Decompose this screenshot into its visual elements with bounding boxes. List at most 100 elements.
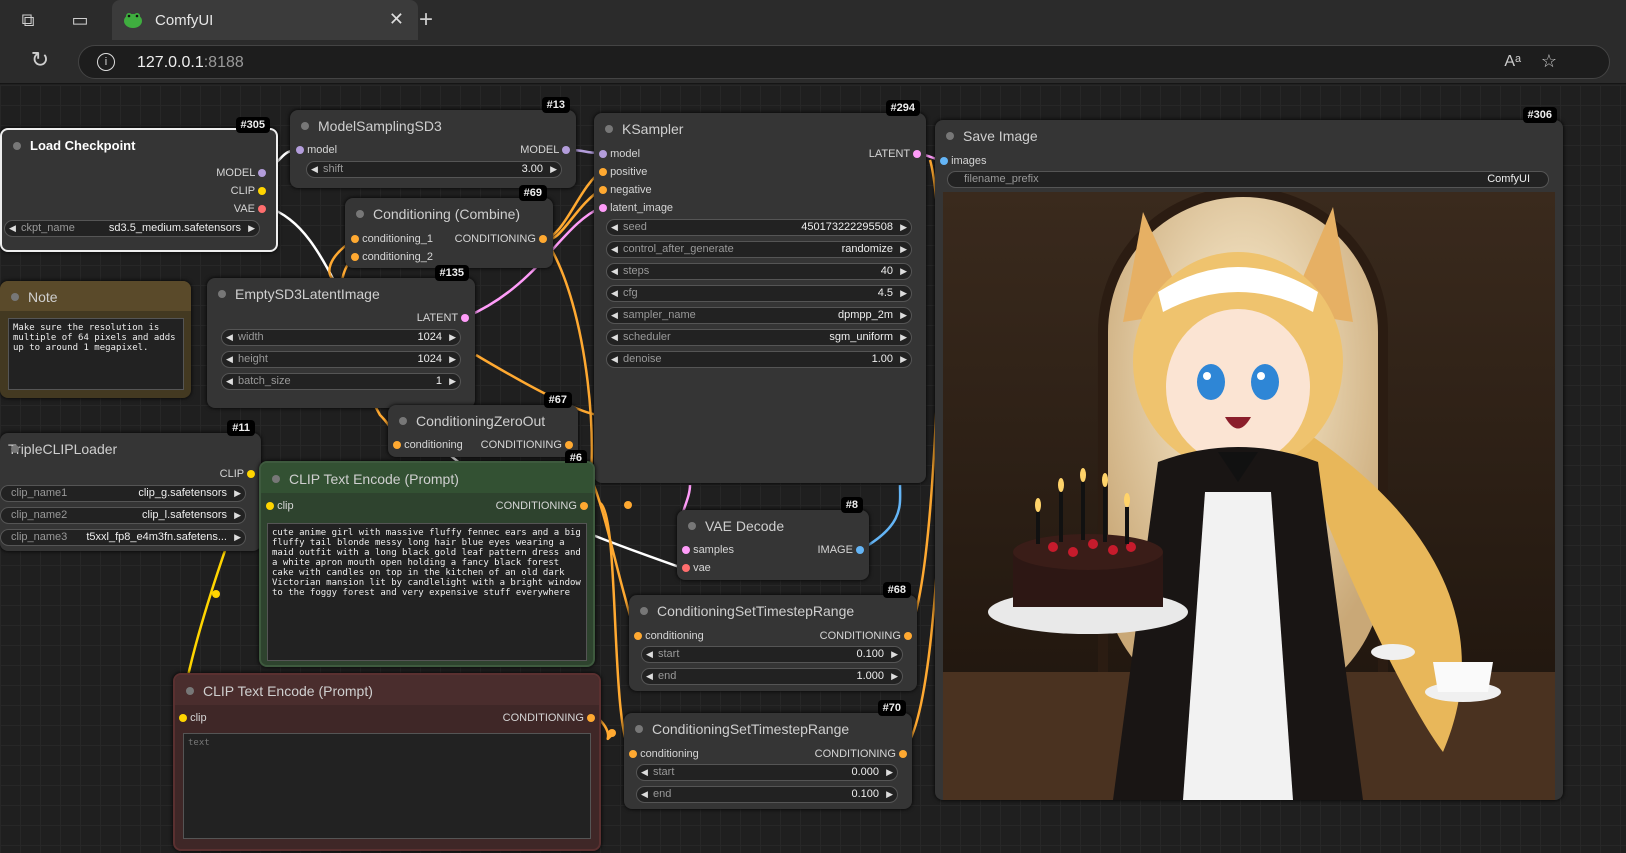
input-conditioning[interactable]: conditioning xyxy=(393,438,463,452)
output-conditioning[interactable]: CONDITIONING xyxy=(481,438,573,452)
node-conditioning-set-timestep-range-b[interactable]: #70 ConditioningSetTimestepRange conditi… xyxy=(624,700,912,809)
node-ksampler[interactable]: #294 KSampler model positive negative la… xyxy=(594,100,926,483)
reroute-dot xyxy=(608,729,616,737)
output-conditioning[interactable]: CONDITIONING xyxy=(815,747,907,761)
widget-scheduler[interactable]: ◀ scheduler sgm_uniform ▶ xyxy=(606,329,912,346)
output-image[interactable]: IMAGE xyxy=(817,543,864,557)
node-title: TripleCLIPLoader xyxy=(0,433,261,463)
close-tab-icon[interactable]: ✕ xyxy=(389,9,404,30)
node-note[interactable]: Note Make sure the resolution is multipl… xyxy=(0,281,191,398)
node-conditioning-set-timestep-range-a[interactable]: #68 ConditioningSetTimestepRange conditi… xyxy=(629,582,917,691)
output-vae[interactable]: VAE xyxy=(234,202,266,216)
node-title: Note xyxy=(0,281,191,311)
widget-end[interactable]: ◀ end 1.000 ▶ xyxy=(641,668,903,685)
node-title: ConditioningSetTimestepRange xyxy=(629,595,917,625)
input-negative[interactable]: negative xyxy=(599,183,652,197)
widget-batch-size[interactable]: ◀ batch_size 1 ▶ xyxy=(221,373,461,390)
input-conditioning-1[interactable]: conditioning_1 xyxy=(351,232,433,246)
url-port: :8188 xyxy=(203,54,244,71)
widget-width[interactable]: ◀ width 1024 ▶ xyxy=(221,329,461,346)
widget-cfg[interactable]: ◀ cfg 4.5 ▶ xyxy=(606,285,912,302)
browser-tab[interactable]: ComfyUI ✕ xyxy=(112,0,418,40)
input-conditioning[interactable]: conditioning xyxy=(629,747,699,761)
node-title: Conditioning (Combine) xyxy=(345,198,553,228)
favorite-star-icon[interactable]: ☆ xyxy=(1541,51,1557,72)
input-positive[interactable]: positive xyxy=(599,165,647,179)
node-title: Load Checkpoint xyxy=(2,130,276,160)
widget-denoise[interactable]: ◀ denoise 1.00 ▶ xyxy=(606,351,912,368)
node-title: ConditioningZeroOut xyxy=(388,405,578,435)
tab-title: ComfyUI xyxy=(155,12,214,29)
node-title: KSampler xyxy=(594,113,926,143)
node-title: Save Image xyxy=(935,120,1563,150)
widget-filename-prefix[interactable]: filename_prefix ComfyUI xyxy=(947,171,1549,188)
url-host: 127.0.0.1 xyxy=(137,54,204,71)
input-latent-image[interactable]: latent_image xyxy=(599,201,673,215)
output-clip[interactable]: CLIP xyxy=(231,184,266,198)
output-conditioning[interactable]: CONDITIONING xyxy=(496,499,588,513)
input-conditioning[interactable]: conditioning xyxy=(634,629,704,643)
reroute-dot xyxy=(212,590,220,598)
reload-icon[interactable]: ↻ xyxy=(30,49,50,71)
output-latent[interactable]: LATENT xyxy=(417,311,469,325)
output-latent[interactable]: LATENT xyxy=(869,147,921,161)
node-title: ModelSamplingSD3 xyxy=(290,110,576,140)
output-conditioning[interactable]: CONDITIONING xyxy=(820,629,912,643)
output-conditioning[interactable]: CONDITIONING xyxy=(503,711,595,725)
vertical-tabs-icon[interactable]: ▭ xyxy=(70,10,90,30)
input-images[interactable]: images xyxy=(940,154,987,168)
comfyui-favicon-icon xyxy=(124,13,142,28)
node-conditioning-combine[interactable]: #69 Conditioning (Combine) conditioning_… xyxy=(345,185,553,268)
widget-height[interactable]: ◀ height 1024 ▶ xyxy=(221,351,461,368)
widget-control-after-generate[interactable]: ◀ control_after_generate randomize ▶ xyxy=(606,241,912,258)
prompt-text-negative[interactable]: text xyxy=(183,733,591,839)
widget-clip-name3[interactable]: clip_name3 t5xxl_fp8_e4m3fn.safetens... ▶ xyxy=(0,529,246,546)
widget-start[interactable]: ◀ start 0.000 ▶ xyxy=(636,764,898,781)
node-vae-decode[interactable]: #8 VAE Decode samples vae IMAGE xyxy=(677,497,869,580)
new-tab-icon[interactable]: + xyxy=(416,8,436,32)
node-clip-text-encode-negative[interactable]: CLIP Text Encode (Prompt) clip CONDITION… xyxy=(173,673,601,851)
widget-shift[interactable]: ◀ shift 3.00 ▶ xyxy=(306,161,562,178)
widget-sampler-name[interactable]: ◀ sampler_name dpmpp_2m ▶ xyxy=(606,307,912,324)
widget-clip-name2[interactable]: clip_name2 clip_l.safetensors ▶ xyxy=(0,507,246,524)
node-save-image[interactable]: #306 Save Image images filename_prefix Co… xyxy=(935,107,1563,800)
node-model-sampling-sd3[interactable]: #13 ModelSamplingSD3 model MODEL ◀ shift 3… xyxy=(290,97,576,188)
input-clip[interactable]: clip xyxy=(179,711,207,725)
node-title: EmptySD3LatentImage xyxy=(207,278,475,308)
site-info-icon[interactable]: i xyxy=(97,53,115,71)
widget-seed[interactable]: ◀ seed 450173222295508 ▶ xyxy=(606,219,912,236)
widget-steps[interactable]: ◀ steps 40 ▶ xyxy=(606,263,912,280)
node-graph-canvas[interactable]: #305 Load Checkpoint MODEL CLIP VAE ◀ ckp… xyxy=(0,85,1626,853)
node-title: VAE Decode xyxy=(677,510,869,540)
read-aloud-icon[interactable]: Aᵃ xyxy=(1504,53,1521,71)
input-model[interactable]: model xyxy=(296,143,337,157)
node-title: CLIP Text Encode (Prompt) xyxy=(261,463,593,493)
output-clip[interactable]: CLIP xyxy=(220,467,255,481)
input-samples[interactable]: samples xyxy=(682,543,734,557)
note-text[interactable]: Make sure the resolution is multiple of … xyxy=(8,318,184,390)
input-model[interactable]: model xyxy=(599,147,640,161)
url-field[interactable]: i 127.0.0.1:8188 Aᵃ ☆ xyxy=(78,45,1610,79)
widget-end[interactable]: ◀ end 0.100 ▶ xyxy=(636,786,898,803)
output-model[interactable]: MODEL xyxy=(520,143,570,157)
node-empty-sd3-latent-image[interactable]: #135 EmptySD3LatentImage LATENT ◀ width 10… xyxy=(207,265,475,408)
prompt-text-positive[interactable]: cute anime girl with massive fluffy fenn… xyxy=(267,523,587,661)
input-clip[interactable]: clip xyxy=(266,499,294,513)
input-conditioning-2[interactable]: conditioning_2 xyxy=(351,250,433,264)
node-triple-clip-loader[interactable]: #11 TripleCLIPLoader CLIP clip_name1 clip… xyxy=(0,420,261,551)
node-load-checkpoint[interactable]: #305 Load Checkpoint MODEL CLIP VAE ◀ ckp… xyxy=(0,117,278,252)
input-vae[interactable]: vae xyxy=(682,561,711,575)
browser-tab-bar: ⧉ ▭ ComfyUI ✕ + xyxy=(0,0,1626,40)
widget-ckpt-name[interactable]: ◀ ckpt_name sd3.5_medium.safetensors ▶ xyxy=(4,220,260,237)
generated-image-preview[interactable] xyxy=(943,192,1555,800)
reroute-dot xyxy=(624,501,632,509)
widget-clip-name1[interactable]: clip_name1 clip_g.safetensors ▶ xyxy=(0,485,246,502)
node-title: CLIP Text Encode (Prompt) xyxy=(175,675,599,705)
address-bar: ↻ i 127.0.0.1:8188 Aᵃ ☆ xyxy=(0,40,1626,84)
output-conditioning[interactable]: CONDITIONING xyxy=(455,232,547,246)
node-conditioning-zero-out[interactable]: #67 ConditioningZeroOut conditioning CON… xyxy=(388,392,578,457)
output-model[interactable]: MODEL xyxy=(216,166,266,180)
widget-start[interactable]: ◀ start 0.100 ▶ xyxy=(641,646,903,663)
tab-actions-icon[interactable]: ⧉ xyxy=(18,10,38,30)
node-clip-text-encode-positive[interactable]: #6 CLIP Text Encode (Prompt) clip CONDIT… xyxy=(259,450,595,667)
